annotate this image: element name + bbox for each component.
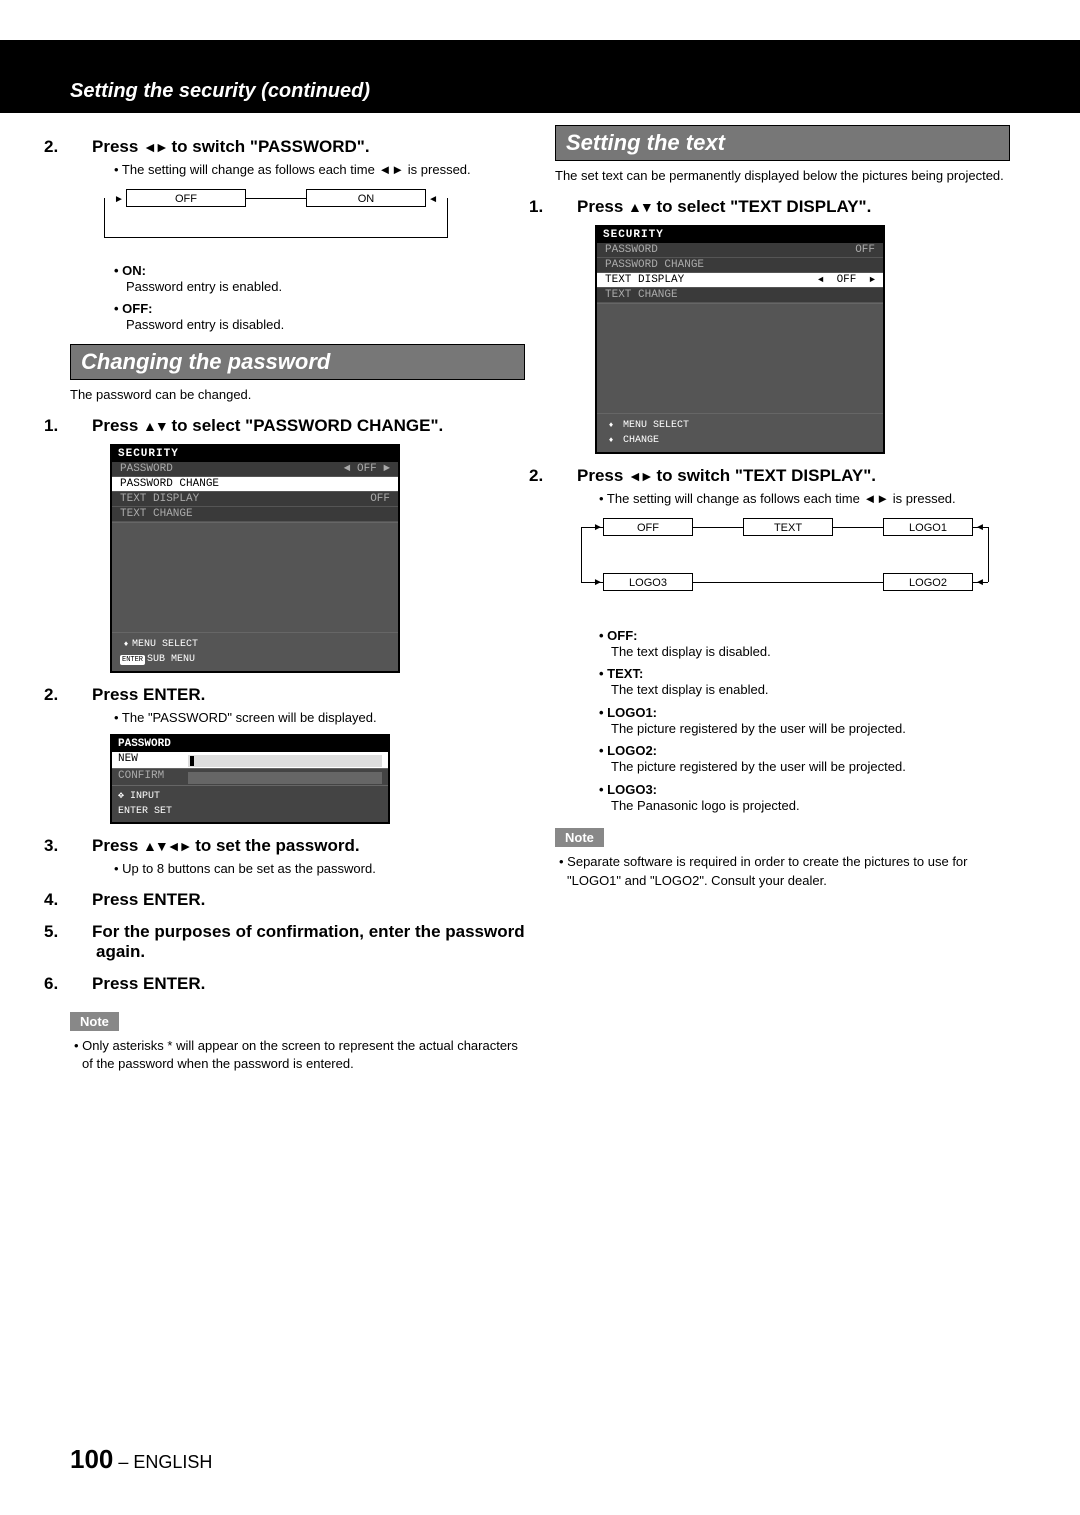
section-heading-setting-text: Setting the text xyxy=(555,125,1010,161)
all-arrows-icon xyxy=(143,836,190,855)
toggle5-off: OFF xyxy=(603,518,693,536)
st-step-2-detail: • The setting will change as follows eac… xyxy=(555,490,1010,508)
bidirectional-arrow-icon xyxy=(693,582,883,583)
page-footer: 100 – ENGLISH xyxy=(70,1444,212,1475)
cp-step-2-detail: • The "PASSWORD" screen will be displaye… xyxy=(70,709,525,727)
cp-step-3-detail: • Up to 8 buttons can be set as the pass… xyxy=(70,860,525,878)
opt-off-desc: The text display is disabled. xyxy=(555,643,1010,661)
osd3-row-password: PASSWORD OFF xyxy=(597,243,883,258)
osd2-row-confirm: CONFIRM xyxy=(112,769,388,786)
st-step-1: 1.Press to select "TEXT DISPLAY". xyxy=(555,197,1010,217)
option-off-desc: Password entry is disabled. xyxy=(70,316,525,334)
section-heading-changing-password: Changing the password xyxy=(70,344,525,380)
security-menu-screenshot-1: SECURITY PASSWORD ◄ OFF ► PASSWORD CHANG… xyxy=(110,444,400,673)
dpad-icon: ✥ xyxy=(118,791,124,802)
osd3-footer: ♦ MENU SELECT ♦ CHANGE xyxy=(597,413,883,452)
up-down-arrow-icon xyxy=(628,197,652,216)
right-note-text: • Separate software is required in order… xyxy=(555,853,1010,889)
opt-text-label: • TEXT: xyxy=(555,666,1010,681)
triangle-right-icon: ► xyxy=(870,275,875,285)
osd-row-password: PASSWORD ◄ OFF ► xyxy=(112,462,398,477)
cp-step-4: 4.Press ENTER. xyxy=(70,890,525,910)
osd-row-password-change: PASSWORD CHANGE xyxy=(112,477,398,492)
osd-row-text-change: TEXT CHANGE xyxy=(112,507,398,522)
opt-logo2-label: • LOGO2: xyxy=(555,743,1010,758)
osd2-row-new: NEW xyxy=(112,752,388,769)
toggle5-logo1: LOGO1 xyxy=(883,518,973,536)
st-step-2: 2.Press to switch "TEXT DISPLAY". xyxy=(555,466,1010,486)
up-down-icon: ♦ xyxy=(605,420,617,432)
password-step-2: 2.Press to switch "PASSWORD". xyxy=(70,137,525,157)
arrow-right-icon: ► xyxy=(593,577,603,588)
osd3-title: SECURITY xyxy=(597,227,883,243)
up-down-arrow-icon xyxy=(143,416,167,435)
opt-logo1-desc: The picture registered by the user will … xyxy=(555,720,1010,738)
bidirectional-arrow-icon xyxy=(693,527,743,528)
page-language: – ENGLISH xyxy=(113,1452,212,1472)
triangle-left-icon: ◄ xyxy=(818,275,823,285)
left-right-icon: ♦ xyxy=(605,435,617,447)
cp-step-6: 6.Press ENTER. xyxy=(70,974,525,994)
page-number: 100 xyxy=(70,1444,113,1474)
option-on-desc: Password entry is enabled. xyxy=(70,278,525,296)
cp-step-5: 5.For the purposes of confirmation, ente… xyxy=(70,922,525,962)
opt-logo2-desc: The picture registered by the user will … xyxy=(555,758,1010,776)
cp-step-1: 1.Press to select "PASSWORD CHANGE". xyxy=(70,416,525,436)
opt-text-desc: The text display is enabled. xyxy=(555,681,1010,699)
note-label: Note xyxy=(70,1012,119,1031)
toggle5-text: TEXT xyxy=(743,518,833,536)
text-display-cycle-diagram: OFF TEXT LOGO1 LOGO3 LOGO2 ► ◄ ► ◄ xyxy=(563,518,993,618)
left-note-text: • Only asterisks * will appear on the sc… xyxy=(70,1037,525,1073)
osd-title: SECURITY xyxy=(112,446,398,462)
arrow-right-icon: ► xyxy=(593,522,603,533)
left-right-arrow-icon xyxy=(143,137,167,156)
off-on-cycle-diagram: OFF ON ► ◄ xyxy=(96,189,456,253)
arrow-left-icon: ◄ xyxy=(428,194,438,205)
osd2-footer: ✥ INPUT ENTER SET xyxy=(112,786,388,822)
arrow-left-icon: ◄ xyxy=(975,577,985,588)
toggle5-logo2: LOGO2 xyxy=(883,573,973,591)
cp-step-3: 3.Press to set the password. xyxy=(70,836,525,856)
password-entry-screenshot: PASSWORD NEW CONFIRM ✥ INPUT ENTER SET xyxy=(110,734,390,824)
option-on-label: • ON: xyxy=(70,263,525,278)
toggle5-logo3: LOGO3 xyxy=(603,573,693,591)
osd-footer: ♦MENU SELECT ENTERSUB MENU xyxy=(112,632,398,671)
opt-off-label: • OFF: xyxy=(555,628,1010,643)
toggle-state-off: OFF xyxy=(126,189,246,207)
osd-row-text-display: TEXT DISPLAY OFF xyxy=(112,492,398,507)
manual-page: Setting the security (continued) 2.Press… xyxy=(0,0,1080,1515)
osd3-row-password-change: PASSWORD CHANGE xyxy=(597,258,883,273)
left-column: 2.Press to switch "PASSWORD". • The sett… xyxy=(70,125,525,1073)
option-off-label: • OFF: xyxy=(70,301,525,316)
page-header-bar: Setting the security (continued) xyxy=(0,40,1080,113)
security-menu-screenshot-2: SECURITY PASSWORD OFF PASSWORD CHANGE TE… xyxy=(595,225,885,454)
setting-text-intro: The set text can be permanently displaye… xyxy=(555,167,1010,185)
arrow-left-icon: ◄ xyxy=(975,522,985,533)
bidirectional-arrow-icon xyxy=(833,527,883,528)
osd3-row-text-change: TEXT CHANGE xyxy=(597,288,883,303)
arrow-right-icon: ► xyxy=(114,194,124,205)
right-column: Setting the text The set text can be per… xyxy=(555,125,1010,1073)
left-right-arrow-icon xyxy=(628,466,652,485)
triangle-left-icon: ◄ xyxy=(344,463,351,475)
toggle-state-on: ON xyxy=(306,189,426,207)
changing-password-intro: The password can be changed. xyxy=(70,386,525,404)
note-label: Note xyxy=(555,828,604,847)
enter-key-icon: ENTER xyxy=(118,806,148,817)
opt-logo1-label: • LOGO1: xyxy=(555,705,1010,720)
two-column-layout: 2.Press to switch "PASSWORD". • The sett… xyxy=(70,125,1010,1073)
osd2-title: PASSWORD xyxy=(112,736,388,752)
triangle-right-icon: ► xyxy=(383,463,390,475)
osd3-row-text-display: TEXT DISPLAY ◄ OFF ► xyxy=(597,273,883,288)
cp-step-2: 2.Press ENTER. xyxy=(70,685,525,705)
page-header-title: Setting the security (continued) xyxy=(70,80,1010,103)
opt-logo3-desc: The Panasonic logo is projected. xyxy=(555,797,1010,815)
opt-logo3-label: • LOGO3: xyxy=(555,782,1010,797)
password-step-2-detail: • The setting will change as follows eac… xyxy=(70,161,525,179)
enter-key-icon: ENTER xyxy=(120,655,145,666)
up-down-icon: ♦ xyxy=(120,639,132,651)
